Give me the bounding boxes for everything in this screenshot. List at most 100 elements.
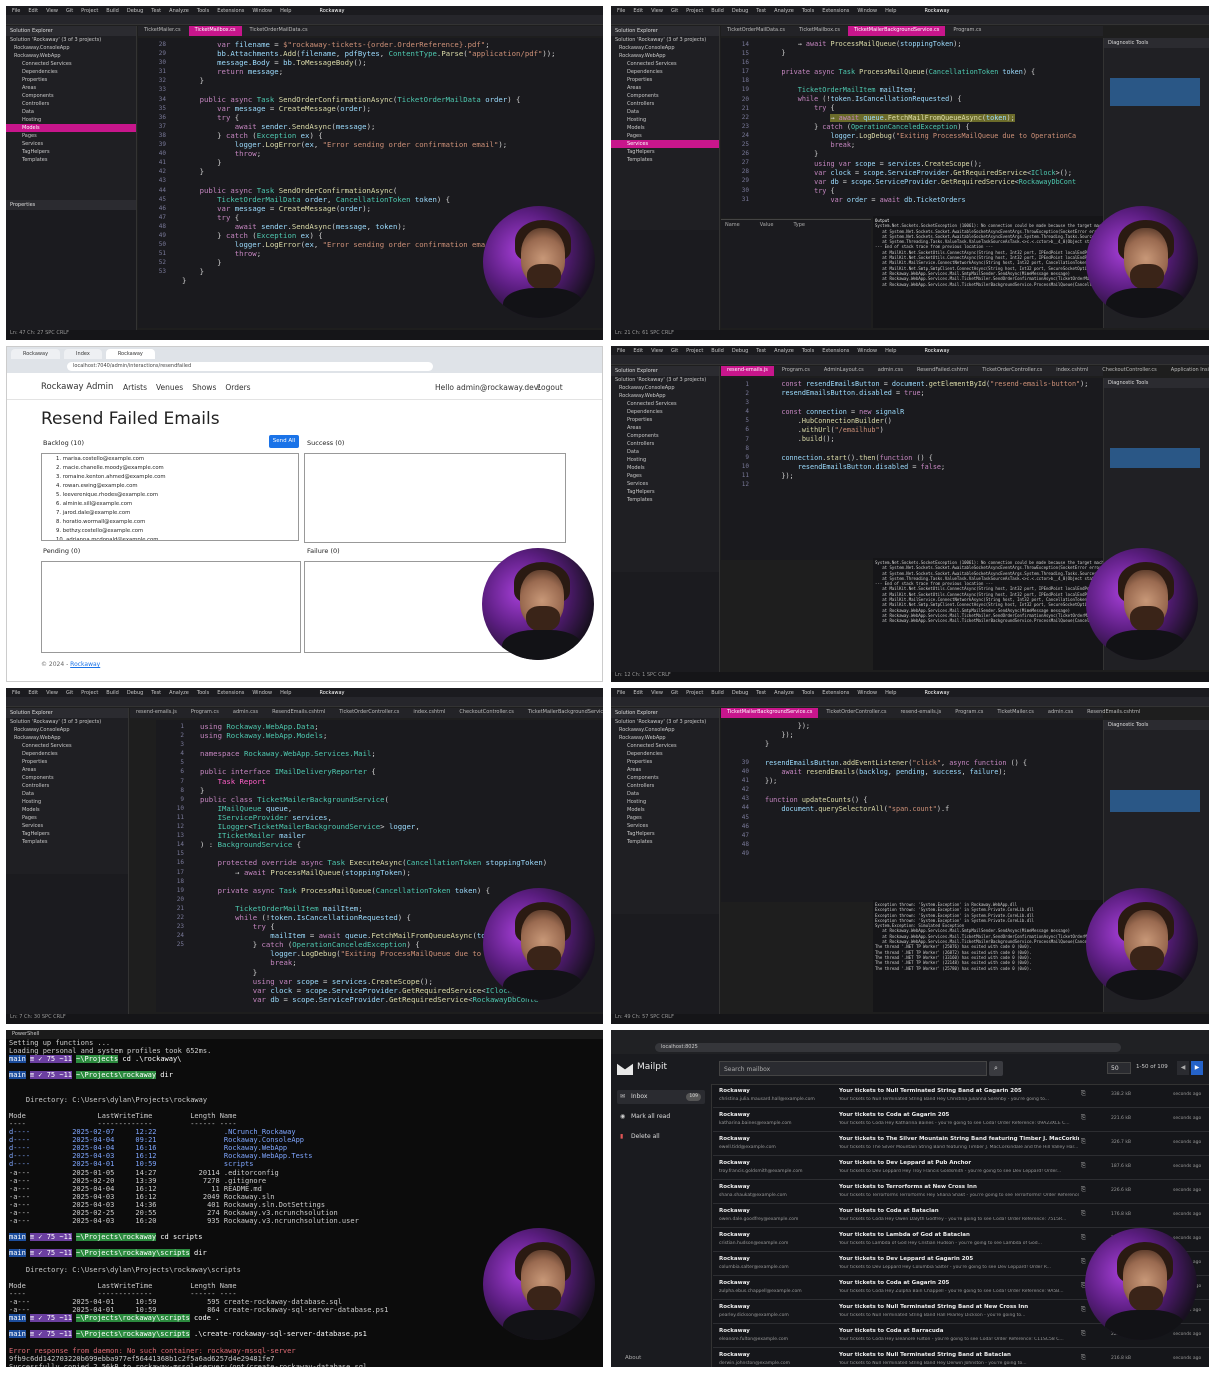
- tree-item[interactable]: Models: [611, 124, 719, 132]
- search-input[interactable]: Search mailbox: [719, 1061, 987, 1076]
- menu-item-build[interactable]: Build: [711, 690, 724, 696]
- tree-item[interactable]: Pages: [6, 132, 136, 140]
- tree-item[interactable]: Pages: [611, 132, 719, 140]
- tree-item[interactable]: Data: [6, 790, 128, 798]
- menu-item-analyze[interactable]: Analyze: [169, 690, 189, 696]
- backlog-item[interactable]: 7. jarod.dale@example.com: [56, 509, 298, 518]
- logout-link[interactable]: Logout: [537, 383, 563, 392]
- menu-item-help[interactable]: Help: [885, 8, 896, 14]
- tree-item[interactable]: Rockaway.ConsoleApp: [611, 44, 719, 52]
- tree-item[interactable]: Rockaway.ConsoleApp: [6, 726, 128, 734]
- editor-tab[interactable]: admin.css: [227, 708, 264, 718]
- menu-item-help[interactable]: Help: [885, 690, 896, 696]
- editor-tab[interactable]: admin.css: [1042, 708, 1079, 718]
- menu-item-debug[interactable]: Debug: [127, 690, 143, 696]
- menu-item-project[interactable]: Project: [81, 8, 98, 14]
- menu-item-help[interactable]: Help: [885, 348, 896, 354]
- search-icon[interactable]: ⌕: [989, 1061, 1003, 1076]
- menu-item-project[interactable]: Project: [686, 8, 703, 14]
- tree-item[interactable]: Connected Services: [611, 400, 719, 408]
- menu-item-build[interactable]: Build: [711, 348, 724, 354]
- menu-item-help[interactable]: Help: [280, 8, 291, 14]
- code-editor[interactable]: 1 2 3 4 5 6 7 8 9 10 11 12 const resendEmailsButton…: [721, 378, 1103, 560]
- tree-item[interactable]: Pages: [6, 814, 128, 822]
- browser-tab[interactable]: Index: [64, 349, 102, 359]
- editor-tab[interactable]: CheckoutController.cs: [1096, 366, 1162, 376]
- message-row[interactable]: Rockaway shana.shaukat@example.com Your ti…: [713, 1180, 1209, 1204]
- tree-item[interactable]: Templates: [6, 156, 136, 164]
- tree-item[interactable]: TagHelpers: [6, 148, 136, 156]
- tree-item[interactable]: Properties: [6, 76, 136, 84]
- menu-item-edit[interactable]: Edit: [633, 690, 643, 696]
- editor-tab[interactable]: TicketMailbox.cs: [188, 26, 242, 36]
- sidebar-item-mark-all-read[interactable]: ◉ Mark all read: [617, 1110, 705, 1124]
- brand[interactable]: Mailpit: [637, 1062, 667, 1072]
- tree-item[interactable]: Models: [6, 124, 136, 132]
- editor-tab[interactable]: TicketOrderMailData.cs: [721, 26, 791, 36]
- menu-item-tools[interactable]: Tools: [802, 348, 814, 354]
- tree-item[interactable]: Components: [611, 774, 719, 782]
- tree-item[interactable]: Rockaway.ConsoleApp: [611, 384, 719, 392]
- tree-item[interactable]: Hosting: [611, 456, 719, 464]
- tree-item[interactable]: TagHelpers: [6, 830, 128, 838]
- success-list[interactable]: [304, 453, 566, 543]
- solution-root[interactable]: Solution 'Rockaway' (3 of 3 projects): [611, 36, 719, 44]
- menu-item-project[interactable]: Project: [686, 348, 703, 354]
- tree-item[interactable]: Properties: [6, 758, 128, 766]
- tree-item[interactable]: Services: [611, 822, 719, 830]
- menu-item-file[interactable]: File: [617, 690, 625, 696]
- solution-root[interactable]: Solution 'Rockaway' (3 of 3 projects): [611, 376, 719, 384]
- tree-item[interactable]: Connected Services: [611, 742, 719, 750]
- solution-root[interactable]: Solution 'Rockaway' (3 of 3 projects): [611, 718, 719, 726]
- tree-item[interactable]: Areas: [6, 766, 128, 774]
- code-text[interactable]: const resendEmailsButton = document.getE…: [765, 380, 1099, 481]
- menu-item-extensions[interactable]: Extensions: [822, 690, 849, 696]
- editor-tab[interactable]: Program.cs: [947, 26, 987, 36]
- tree-item[interactable]: Controllers: [611, 782, 719, 790]
- editor-tab[interactable]: TicketOrderMailData.cs: [244, 26, 314, 36]
- code-editor[interactable]: 39 40 41 42 43 44 45 46 47 48 49 }); }); } resendE…: [721, 720, 1103, 902]
- menu-item-build[interactable]: Build: [711, 8, 724, 14]
- tree-item[interactable]: Components: [6, 774, 128, 782]
- menu-item-window[interactable]: Window: [252, 8, 272, 14]
- menu-item-view[interactable]: View: [651, 348, 663, 354]
- tree-item[interactable]: Templates: [611, 496, 719, 504]
- tree-item[interactable]: Hosting: [611, 116, 719, 124]
- menu-item-edit[interactable]: Edit: [28, 690, 38, 696]
- menu-item-analyze[interactable]: Analyze: [774, 8, 794, 14]
- menu-item-git[interactable]: Git: [66, 8, 73, 14]
- editor-tab[interactable]: TicketMailerBackgroundService.cs: [522, 708, 603, 718]
- menu-item-test[interactable]: Test: [151, 8, 161, 14]
- code-text[interactable]: }); }); } resendEmailsButton.addEventLis…: [765, 722, 1099, 814]
- editor-tab[interactable]: index.cshtml: [1050, 366, 1094, 376]
- tree-item[interactable]: Components: [6, 92, 136, 100]
- editor-tab[interactable]: resend-emails.js: [721, 366, 774, 376]
- menu-item-test[interactable]: Test: [756, 348, 766, 354]
- editor-tab[interactable]: TicketMailerBackgroundService.cs: [721, 708, 819, 718]
- tree-item[interactable]: Areas: [611, 766, 719, 774]
- tree-item[interactable]: Dependencies: [611, 408, 719, 416]
- menu-item-git[interactable]: Git: [671, 690, 678, 696]
- menu-item-view[interactable]: View: [46, 8, 58, 14]
- nav-link-orders[interactable]: Orders: [225, 383, 250, 392]
- menu-item-extensions[interactable]: Extensions: [217, 690, 244, 696]
- backlog-item[interactable]: 1. marisa.costello@example.com: [56, 455, 298, 464]
- menu-item-file[interactable]: File: [12, 690, 20, 696]
- editor-tab[interactable]: TicketMailer.cs: [138, 26, 187, 36]
- tree-item[interactable]: Rockaway.WebApp: [611, 52, 719, 60]
- menu-item-analyze[interactable]: Analyze: [774, 348, 794, 354]
- tree-item[interactable]: Services: [6, 140, 136, 148]
- user-greeting[interactable]: Hello admin@rockaway.dev!: [435, 383, 541, 392]
- tree-item[interactable]: Rockaway.WebApp: [611, 392, 719, 400]
- backlog-item[interactable]: 4. rowan.ewing@example.com: [56, 482, 298, 491]
- menu-item-window[interactable]: Window: [857, 348, 877, 354]
- editor-tab[interactable]: index.cshtml: [407, 708, 451, 718]
- tree-item[interactable]: Templates: [611, 156, 719, 164]
- message-row[interactable]: Rockaway derwin.johnston@example.com Your …: [713, 1348, 1209, 1367]
- menu-item-window[interactable]: Window: [252, 690, 272, 696]
- nav-link-shows[interactable]: Shows: [192, 383, 216, 392]
- tree-item[interactable]: TagHelpers: [611, 488, 719, 496]
- editor-tab[interactable]: TicketMailbox.cs: [793, 26, 846, 36]
- sidebar-item-delete-all[interactable]: ▮ Delete all: [617, 1130, 705, 1144]
- menu-item-debug[interactable]: Debug: [732, 8, 748, 14]
